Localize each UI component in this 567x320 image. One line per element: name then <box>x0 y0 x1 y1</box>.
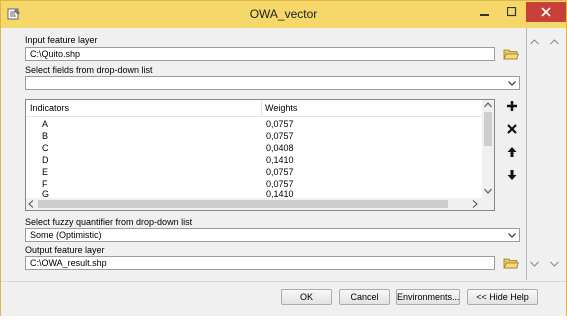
table-row[interactable]: B 0,0757 <box>26 130 482 142</box>
scroll-down-icon[interactable] <box>484 188 492 194</box>
indicator-cell: A <box>42 119 49 129</box>
scroll-up-icon[interactable] <box>484 102 492 108</box>
fields-label: Select fields from drop-down list <box>25 65 153 75</box>
arrow-down-icon <box>507 169 516 180</box>
minimize-icon <box>480 14 489 16</box>
output-browse-button[interactable] <box>503 255 519 270</box>
table-row[interactable]: G 0,1410 <box>26 190 482 198</box>
move-down-button[interactable] <box>503 166 520 183</box>
output-layer-field[interactable]: C:\OWA_result.shp <box>25 256 495 270</box>
weight-cell: 0,0757 <box>266 179 294 189</box>
folder-open-icon <box>503 49 519 59</box>
indicator-cell: C <box>42 143 49 153</box>
input-layer-field[interactable]: C:\Quito.shp <box>25 47 495 61</box>
table-row[interactable]: A 0,0757 <box>26 118 482 130</box>
input-browse-button[interactable] <box>503 46 519 61</box>
fuzzy-label: Select fuzzy quantifier from drop-down l… <box>25 217 193 227</box>
close-icon <box>541 7 551 17</box>
weight-cell: 0,1410 <box>266 190 294 198</box>
table-row[interactable]: F 0,0757 <box>26 178 482 190</box>
weight-cell: 0,0757 <box>266 167 294 177</box>
plus-icon <box>506 100 517 111</box>
fuzzy-dropdown[interactable]: Some (Optimistic) <box>25 228 520 242</box>
table-row[interactable]: D 0,1410 <box>26 154 482 166</box>
move-up-button[interactable] <box>503 143 520 160</box>
dialog-window: OWA_vector Input feature layer C:\Quito.… <box>0 0 567 317</box>
ok-button[interactable]: OK <box>281 289 332 305</box>
output-layer-label: Output feature layer <box>25 245 105 255</box>
arrow-up-icon <box>507 146 516 157</box>
scroll-left-icon[interactable] <box>28 200 34 208</box>
table-row[interactable]: C 0,0408 <box>26 142 482 154</box>
input-layer-label: Input feature layer <box>25 35 98 45</box>
folder-open-icon <box>503 258 519 268</box>
scroll-right-icon[interactable] <box>472 200 478 208</box>
scroll-up-icon[interactable] <box>550 39 559 45</box>
table-vertical-scrollbar[interactable] <box>482 100 494 198</box>
maximize-icon <box>507 7 517 17</box>
indicator-cell: B <box>42 131 49 141</box>
scroll-down-icon[interactable] <box>530 261 539 267</box>
scroll-down-icon[interactable] <box>550 261 559 267</box>
add-row-button[interactable] <box>503 97 520 114</box>
indicator-cell: D <box>42 155 49 165</box>
indicator-cell: G <box>42 190 50 198</box>
title-bar[interactable]: OWA_vector <box>1 1 566 28</box>
chevron-down-icon[interactable] <box>506 230 518 240</box>
table-header: Indicators Weights <box>26 100 482 117</box>
weight-cell: 0,0757 <box>266 119 294 129</box>
table-row[interactable]: E 0,0757 <box>26 166 482 178</box>
header-indicators[interactable]: Indicators <box>30 103 69 113</box>
scroll-up-icon[interactable] <box>530 39 539 45</box>
cancel-button[interactable]: Cancel <box>339 289 390 305</box>
maximize-button[interactable] <box>499 2 525 22</box>
x-icon <box>506 123 517 134</box>
remove-row-button[interactable] <box>503 120 520 137</box>
horizontal-scroll-thumb[interactable] <box>38 200 448 208</box>
chevron-down-icon[interactable] <box>506 78 518 88</box>
help-scrollbar[interactable] <box>547 29 561 279</box>
minimize-button[interactable] <box>472 2 498 22</box>
environments-button[interactable]: Environments... <box>396 289 460 305</box>
close-button[interactable] <box>526 2 566 22</box>
weight-cell: 0,0408 <box>266 143 294 153</box>
dialog-scrollbar[interactable] <box>527 29 541 279</box>
header-weights[interactable]: Weights <box>265 103 297 113</box>
fields-dropdown[interactable] <box>25 76 520 90</box>
indicator-cell: F <box>42 179 48 189</box>
table-horizontal-scrollbar[interactable] <box>26 198 494 210</box>
weight-cell: 0,0757 <box>266 131 294 141</box>
weight-cell: 0,1410 <box>266 155 294 165</box>
vertical-scroll-thumb[interactable] <box>484 112 492 146</box>
hide-help-button[interactable]: << Hide Help <box>467 289 538 305</box>
indicators-table[interactable]: Indicators Weights A 0,0757 B 0,0757 C 0… <box>25 99 495 211</box>
fuzzy-dropdown-value: Some (Optimistic) <box>30 230 102 240</box>
indicator-cell: E <box>42 167 49 177</box>
